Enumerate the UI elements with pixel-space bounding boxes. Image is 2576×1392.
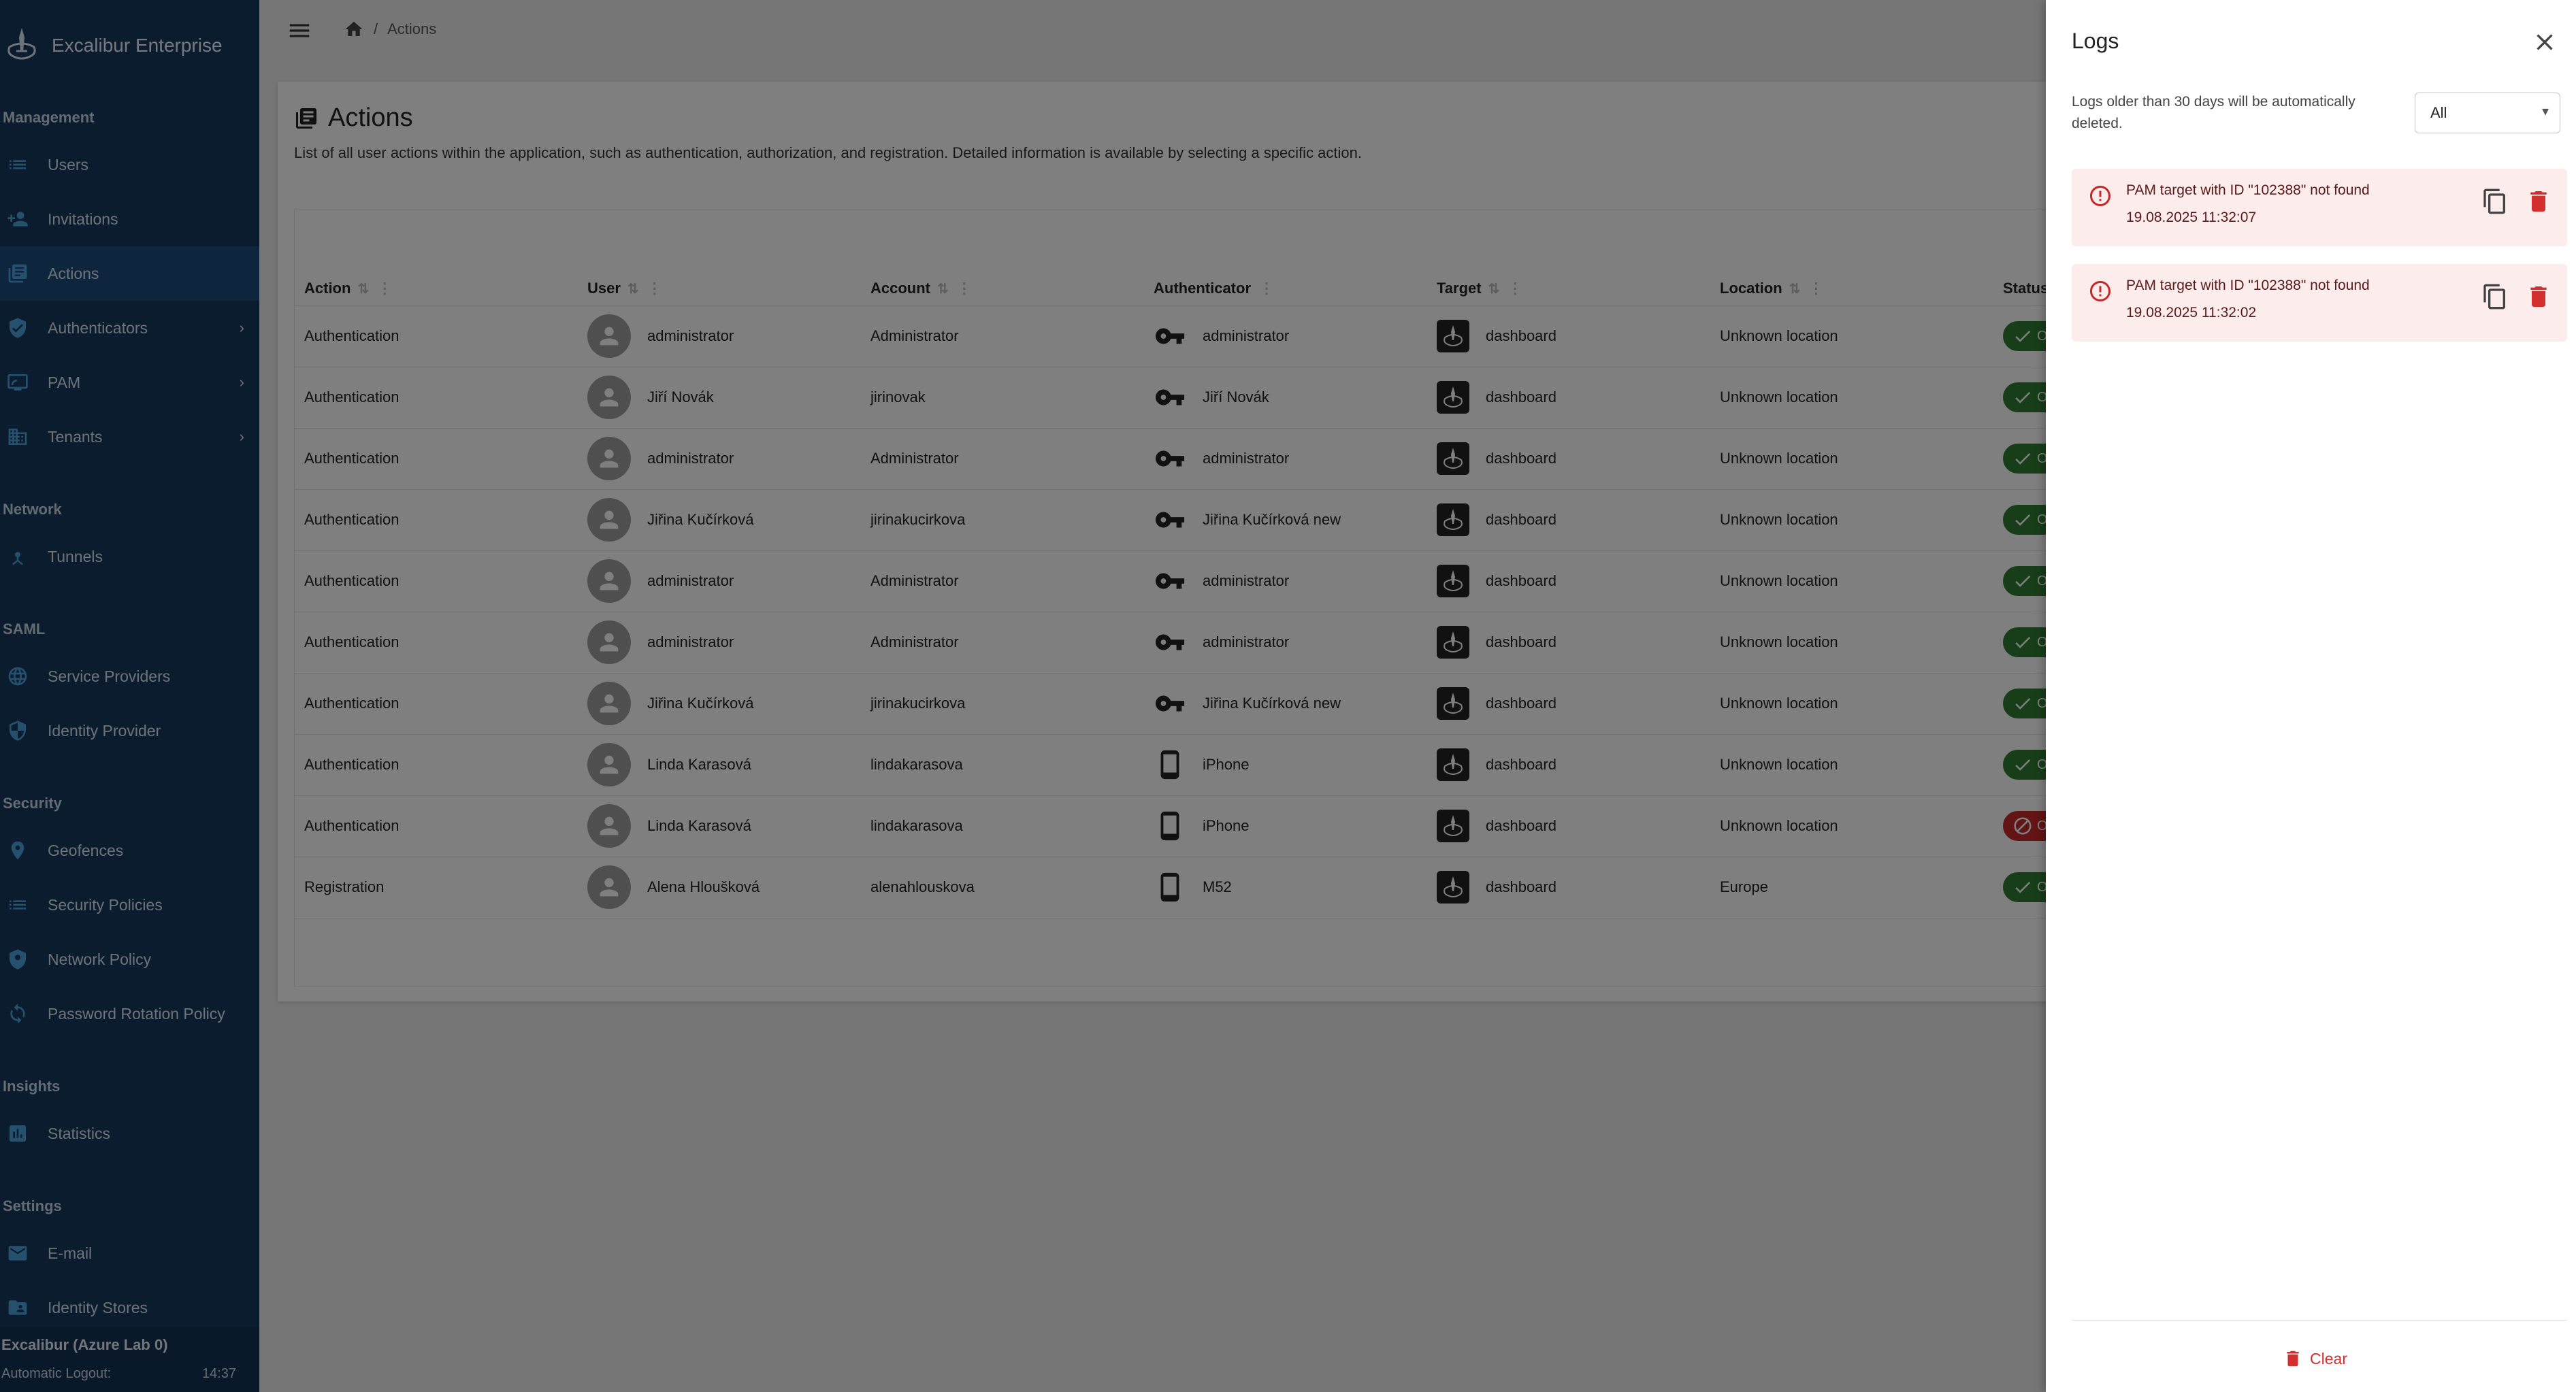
- log-filter-select[interactable]: All ▾: [2415, 93, 2560, 133]
- log-message: PAM target with ID "102388" not found: [2126, 278, 2370, 293]
- app-root: Excalibur Enterprise Management Users In…: [0, 0, 2576, 1392]
- log-entry: PAM target with ID "102388" not found 19.…: [2072, 264, 2567, 342]
- log-entry: PAM target with ID "102388" not found 19.…: [2072, 169, 2567, 246]
- modal-backdrop[interactable]: [0, 0, 2046, 1392]
- close-icon[interactable]: [2531, 29, 2558, 56]
- delete-icon[interactable]: [2525, 283, 2552, 310]
- copy-icon[interactable]: [2481, 283, 2509, 310]
- divider: [2072, 1320, 2567, 1321]
- log-timestamp: 19.08.2025 11:32:07: [2126, 210, 2257, 225]
- retention-note: Logs older than 30 days will be automati…: [2072, 94, 2355, 131]
- log-timestamp: 19.08.2025 11:32:02: [2126, 305, 2257, 320]
- clear-logs-button[interactable]: Clear: [2283, 1348, 2347, 1369]
- delete-icon[interactable]: [2525, 188, 2552, 215]
- log-filter-value: All: [2430, 104, 2447, 121]
- dropdown-arrow-icon: ▾: [2541, 104, 2549, 119]
- trash-icon: [2287, 1350, 2299, 1367]
- error-icon: [2088, 279, 2113, 303]
- clear-label: Clear: [2310, 1349, 2347, 1368]
- log-message: PAM target with ID "102388" not found: [2126, 182, 2370, 198]
- error-icon: [2088, 184, 2113, 208]
- logs-drawer: Logs Logs older than 30 days will be aut…: [2046, 0, 2576, 1392]
- logs-title: Logs: [2072, 29, 2119, 53]
- copy-icon[interactable]: [2481, 188, 2509, 215]
